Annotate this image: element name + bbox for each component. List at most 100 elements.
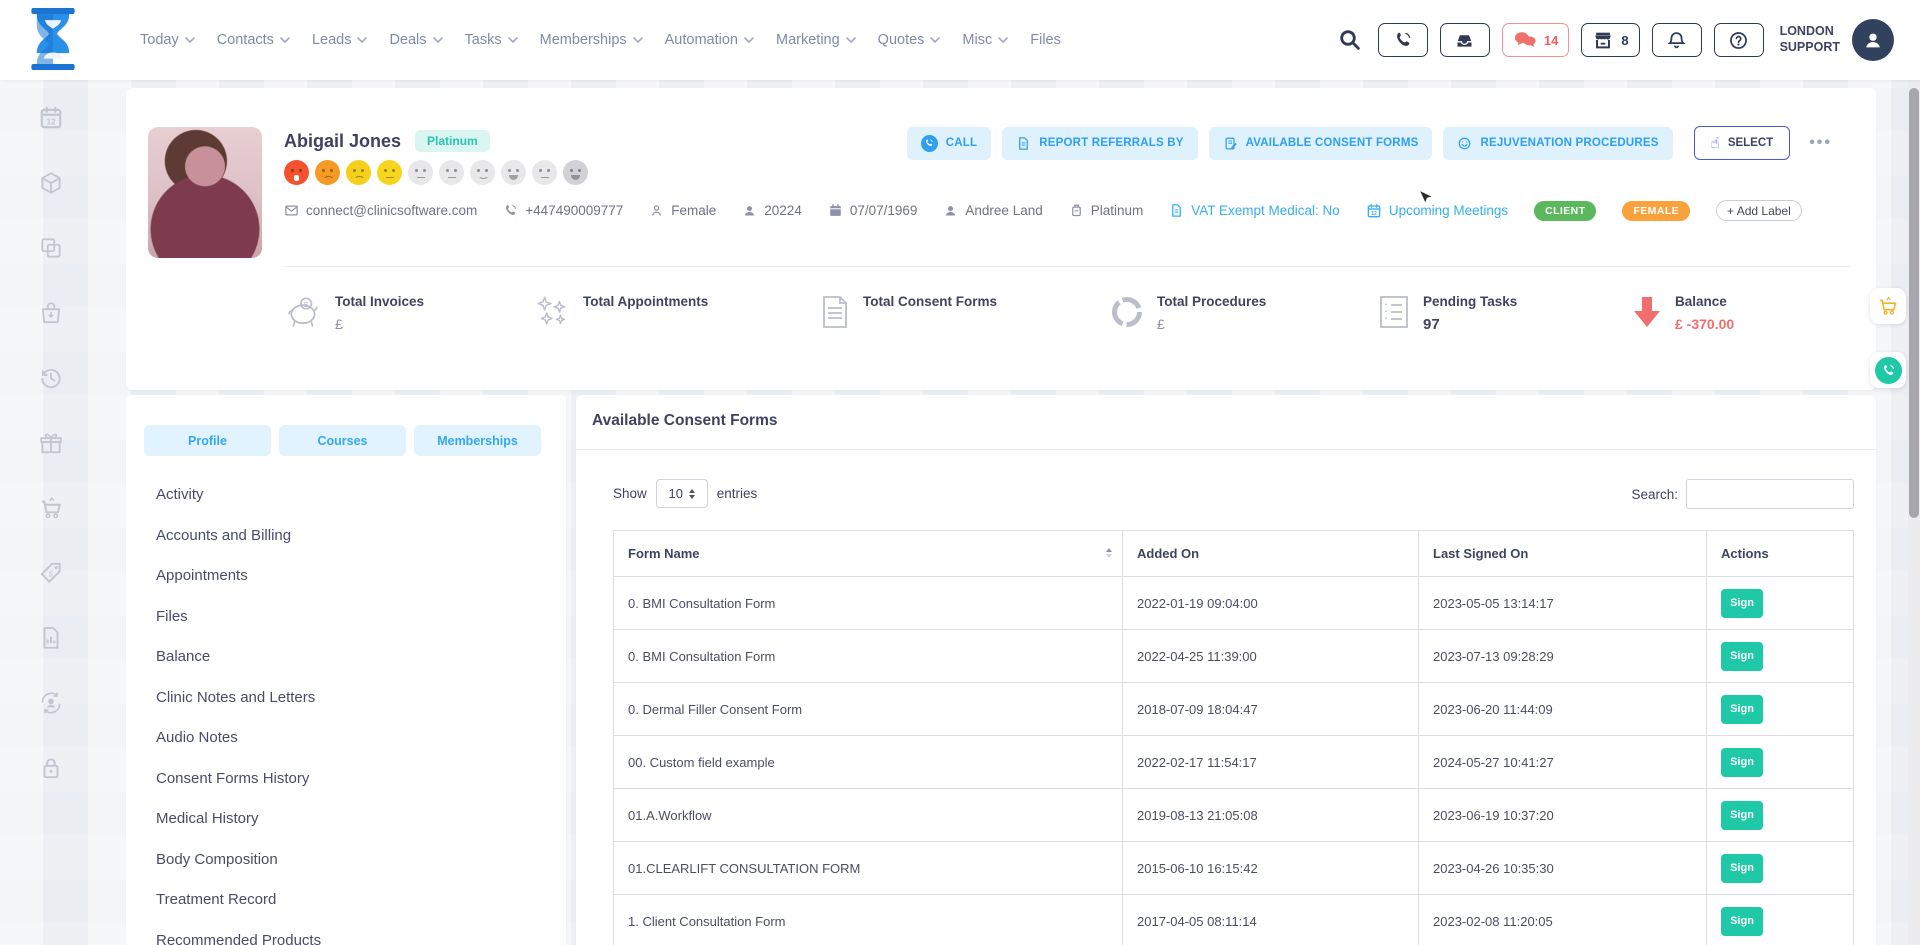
dialer-button[interactable] xyxy=(1378,23,1428,57)
satisfaction-face-8[interactable] xyxy=(501,160,526,185)
profile-section-list: Activity Accounts and Billing Appointmen… xyxy=(156,475,321,945)
section-treatment-record[interactable]: Treatment Record xyxy=(156,880,321,921)
cell-added-on: 2022-01-19 09:04:00 xyxy=(1123,577,1419,630)
location-label: LONDONSUPPORT xyxy=(1780,24,1840,55)
nav-label: Tasks xyxy=(465,32,502,48)
client-photo[interactable] xyxy=(148,127,262,258)
nav-item-tasks[interactable]: Tasks xyxy=(465,32,518,48)
nav-item-quotes[interactable]: Quotes xyxy=(878,32,941,48)
page-size-value: 10 xyxy=(669,486,683,501)
help-button[interactable] xyxy=(1714,23,1764,57)
pos-button[interactable]: 8 xyxy=(1581,23,1639,57)
rejuvenation-procedures-button[interactable]: REJUVENATION PROCEDURES xyxy=(1443,127,1672,160)
satisfaction-face-7[interactable] xyxy=(470,160,495,185)
satisfaction-face-6[interactable] xyxy=(439,160,464,185)
nav-item-marketing[interactable]: Marketing xyxy=(776,32,856,48)
nav-item-automation[interactable]: Automation xyxy=(665,32,754,48)
person-icon xyxy=(943,203,958,218)
select-button[interactable]: ☝SELECT xyxy=(1694,126,1791,160)
nav-item-misc[interactable]: Misc xyxy=(962,32,1008,48)
scrollbar-thumb[interactable] xyxy=(1909,88,1919,518)
nav-item-deals[interactable]: Deals xyxy=(389,32,442,48)
notifications-button[interactable] xyxy=(1652,23,1702,57)
satisfaction-face-1[interactable] xyxy=(284,160,309,185)
history-icon[interactable] xyxy=(38,365,64,391)
sign-button[interactable]: Sign xyxy=(1721,695,1763,724)
cart-icon[interactable] xyxy=(38,495,64,521)
section-clinic-notes[interactable]: Clinic Notes and Letters xyxy=(156,678,321,719)
tab-memberships[interactable]: Memberships xyxy=(414,425,541,456)
nav-item-memberships[interactable]: Memberships xyxy=(540,32,643,48)
page-size-select[interactable]: 10 xyxy=(656,479,708,508)
gift-icon[interactable] xyxy=(38,430,64,456)
sign-button[interactable]: Sign xyxy=(1721,589,1763,618)
vat-exempt-link[interactable]: VAT Exempt Medical: No xyxy=(1169,203,1340,218)
column-added-on[interactable]: Added On xyxy=(1123,531,1419,577)
sign-button[interactable]: Sign xyxy=(1721,854,1763,883)
cell-last-signed: 2024-05-27 10:41:27 xyxy=(1419,736,1707,789)
sign-button[interactable]: Sign xyxy=(1721,642,1763,671)
section-recommended-products[interactable]: Recommended Products xyxy=(156,921,321,945)
add-label-button[interactable]: + Add Label xyxy=(1716,200,1802,221)
section-files[interactable]: Files xyxy=(156,597,321,638)
satisfaction-face-4[interactable] xyxy=(377,160,402,185)
satisfaction-face-5[interactable] xyxy=(408,160,433,185)
column-actions[interactable]: Actions xyxy=(1707,531,1854,577)
sparkles-icon xyxy=(534,295,570,327)
satisfaction-face-2[interactable] xyxy=(315,160,340,185)
floating-cart-button[interactable] xyxy=(1870,288,1906,324)
user-avatar[interactable] xyxy=(1852,19,1894,61)
package-icon[interactable] xyxy=(38,170,64,196)
stat-total-invoices: Total Invoices£ xyxy=(286,293,424,332)
pos-count-badge: 8 xyxy=(1621,33,1628,48)
sort-icon xyxy=(1106,548,1112,558)
lock-icon[interactable] xyxy=(38,755,64,781)
user-sync-icon[interactable] xyxy=(38,690,64,716)
nav-item-files[interactable]: Files xyxy=(1030,32,1061,48)
floating-call-button[interactable] xyxy=(1870,352,1906,388)
donut-chart-icon xyxy=(1110,295,1144,329)
section-appointments[interactable]: Appointments xyxy=(156,556,321,597)
available-consent-forms-button[interactable]: AVAILABLE CONSENT FORMS xyxy=(1209,127,1433,160)
section-accounts-billing[interactable]: Accounts and Billing xyxy=(156,516,321,557)
report-referrals-button[interactable]: REPORT REFERRALS BY xyxy=(1002,127,1197,160)
search-label: Search: xyxy=(1631,487,1678,502)
inbox-button[interactable] xyxy=(1440,23,1490,57)
column-last-signed-on[interactable]: Last Signed On xyxy=(1419,531,1707,577)
upcoming-meetings-link[interactable]: Upcoming Meetings xyxy=(1366,203,1508,219)
sign-button[interactable]: Sign xyxy=(1721,907,1763,936)
client-email: connect@clinicsoftware.com xyxy=(284,203,477,218)
section-audio-notes[interactable]: Audio Notes xyxy=(156,718,321,759)
nav-item-contacts[interactable]: Contacts xyxy=(217,32,290,48)
satisfaction-face-10[interactable] xyxy=(563,160,588,185)
more-options-button[interactable]: ••• xyxy=(1809,134,1832,152)
calendar-icon[interactable] xyxy=(38,105,64,131)
satisfaction-face-3[interactable] xyxy=(346,160,371,185)
section-balance[interactable]: Balance xyxy=(156,637,321,678)
nav-item-leads[interactable]: Leads xyxy=(312,32,368,48)
tab-courses[interactable]: Courses xyxy=(279,425,406,456)
chevron-down-icon xyxy=(846,37,856,43)
sign-button[interactable]: Sign xyxy=(1721,748,1763,777)
satisfaction-face-9[interactable] xyxy=(532,160,557,185)
nav-label: Misc xyxy=(962,32,992,48)
clinicsoftware-logo[interactable] xyxy=(26,6,80,77)
copy-icon[interactable] xyxy=(38,235,64,261)
price-tag-icon[interactable] xyxy=(38,560,64,586)
search-icon[interactable] xyxy=(1338,28,1362,52)
cell-form-name: 0. BMI Consultation Form xyxy=(614,630,1123,683)
nav-item-today[interactable]: Today xyxy=(140,32,195,48)
column-form-name[interactable]: Form Name xyxy=(614,531,1123,577)
sign-button[interactable]: Sign xyxy=(1721,801,1763,830)
chat-button[interactable]: 14 xyxy=(1502,23,1569,57)
call-button[interactable]: CALL xyxy=(907,127,991,160)
shopping-bag-icon[interactable] xyxy=(38,300,64,326)
section-activity[interactable]: Activity xyxy=(156,475,321,516)
section-body-composition[interactable]: Body Composition xyxy=(156,840,321,881)
search-input[interactable] xyxy=(1686,479,1854,509)
section-consent-forms-history[interactable]: Consent Forms History xyxy=(156,759,321,800)
report-icon[interactable] xyxy=(38,625,64,651)
tab-profile[interactable]: Profile xyxy=(144,425,271,456)
section-medical-history[interactable]: Medical History xyxy=(156,799,321,840)
cell-last-signed: 2023-02-08 11:20:05 xyxy=(1419,895,1707,945)
